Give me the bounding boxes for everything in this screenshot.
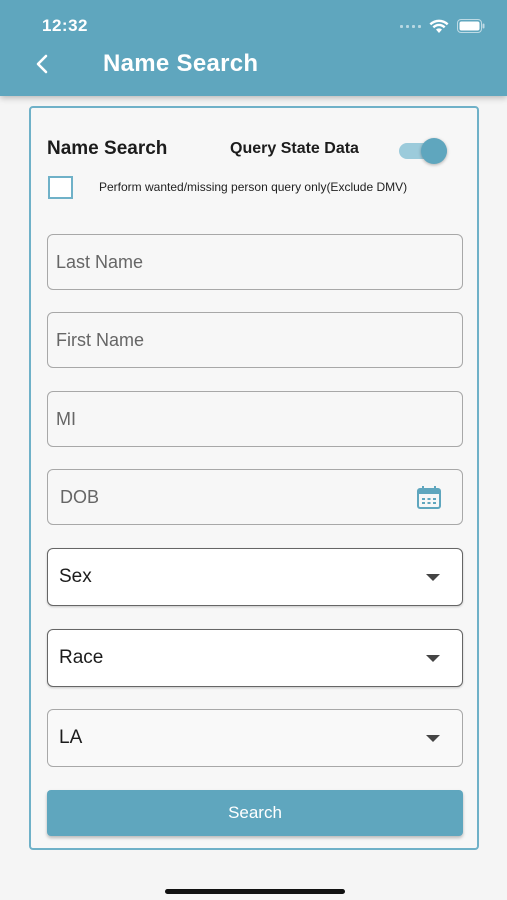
toggle-knob	[421, 138, 447, 164]
wanted-only-checkbox[interactable]	[48, 176, 73, 199]
race-select[interactable]: Race	[47, 629, 463, 687]
dob-input[interactable]	[56, 486, 462, 508]
mi-input[interactable]	[56, 408, 462, 430]
battery-icon	[457, 19, 485, 33]
race-select-value: Race	[59, 647, 104, 668]
signal-icon	[400, 24, 421, 28]
form-title: Name Search	[47, 138, 168, 159]
search-button[interactable]: Search	[47, 790, 463, 836]
wifi-icon	[429, 19, 449, 34]
state-select[interactable]: LA	[47, 709, 463, 767]
first-name-field[interactable]	[47, 312, 463, 368]
sex-select-value: Sex	[59, 566, 92, 587]
wanted-only-label: Perform wanted/missing person query only…	[99, 180, 408, 194]
sex-select[interactable]: Sex	[47, 548, 463, 606]
state-select-value: LA	[59, 727, 83, 748]
app-header: 12:32 Name Search	[0, 0, 507, 96]
chevron-down-icon	[426, 574, 440, 581]
chevron-down-icon	[426, 735, 440, 742]
status-icons	[400, 16, 485, 36]
chevron-down-icon	[426, 655, 440, 662]
query-state-label: Query State Data	[230, 140, 359, 157]
last-name-field[interactable]	[47, 234, 463, 290]
dob-field[interactable]	[47, 469, 463, 525]
first-name-input[interactable]	[56, 329, 462, 351]
back-button[interactable]	[28, 48, 56, 80]
mi-field[interactable]	[47, 391, 463, 447]
name-search-form: Name Search Query State Data Perform wan…	[29, 106, 479, 850]
calendar-icon[interactable]	[416, 486, 442, 510]
page-title: Name Search	[103, 50, 259, 77]
home-indicator[interactable]	[165, 889, 345, 894]
chevron-left-icon	[36, 54, 48, 74]
status-time: 12:32	[42, 16, 88, 35]
last-name-input[interactable]	[56, 251, 462, 273]
query-state-toggle[interactable]	[397, 138, 451, 164]
